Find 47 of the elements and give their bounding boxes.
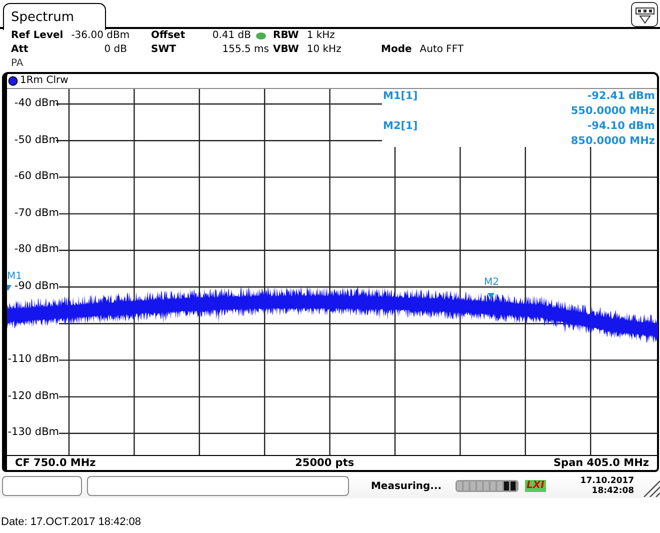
marker-name: M2[1] [383, 120, 418, 133]
span-value: Span 405.0 MHz [553, 456, 649, 470]
marker-level: -92.41 dBm [587, 90, 655, 103]
sweep-points: 25000 pts [295, 456, 354, 470]
center-frequency: CF 750.0 MHz [15, 456, 96, 470]
marker-triangle-icon [488, 293, 494, 299]
setting-value: 0 dB [104, 43, 127, 57]
y-axis-label: -60 dBm [14, 170, 59, 184]
setting-label: VBW [273, 43, 299, 57]
menu-icon [634, 4, 656, 24]
y-axis-label: -70 dBm [14, 206, 59, 220]
setting-label: Offset [151, 29, 186, 43]
y-axis-label: -130 dBm [8, 426, 59, 440]
setting-label: Att [11, 43, 28, 57]
marker-name: M1[1] [383, 90, 418, 103]
setting-label: Mode [381, 43, 412, 57]
trace-label: 1Rm Clrw [20, 74, 68, 88]
preamp-label: PA [11, 57, 24, 71]
menu-button[interactable] [631, 2, 658, 27]
marker-label: M1 [7, 272, 22, 282]
marker-frequency: 550.0000 MHz [570, 105, 655, 118]
setting-label: SWT [151, 43, 176, 57]
setting-value: 0.41 dB [212, 29, 251, 43]
setting-value: 10 kHz [306, 43, 342, 57]
y-axis-label: -40 dBm [14, 97, 59, 110]
progress-indicator [454, 479, 519, 493]
y-axis-label: -90 dBm [14, 280, 59, 293]
setting-value: Auto FFT [420, 43, 464, 57]
marker-level: -94.10 dBm [587, 120, 655, 133]
y-axis-label: -120 dBm [8, 390, 59, 403]
marker-label: M2 [484, 278, 499, 288]
setting-value: 155.5 ms [222, 43, 269, 57]
status-message: Measuring... [370, 480, 443, 494]
y-axis-label: -50 dBm [14, 134, 59, 147]
y-axis-label: -110 dBm [8, 353, 59, 366]
trace-dot-icon [8, 76, 18, 86]
setting-value: 1 kHz [306, 29, 335, 43]
spectrum-tab[interactable]: Spectrum [3, 3, 106, 30]
setting-label: Ref Level [11, 29, 64, 43]
marker-triangle-icon [7, 285, 12, 291]
setting-value: -36.00 dBm [71, 29, 130, 43]
setting-label: RBW [273, 29, 299, 43]
date-time: 17.10.2017 18:42:08 [579, 476, 634, 496]
lxi-logo: LXI [524, 480, 546, 492]
y-axis-label: -80 dBm [14, 243, 59, 256]
marker-frequency: 850.0000 MHz [570, 135, 655, 148]
capture-date: Date: 17.OCT.2017 18:42:08 [0, 515, 142, 530]
